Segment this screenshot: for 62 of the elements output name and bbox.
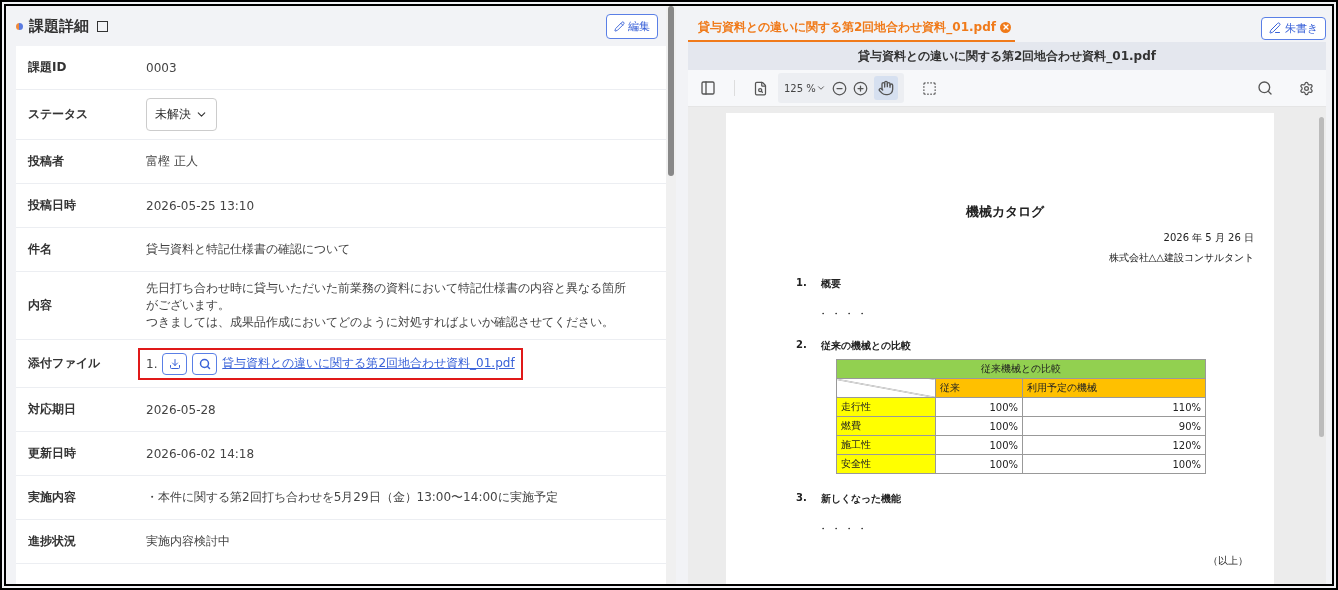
field-value: 2026-05-25 13:10 — [146, 198, 255, 213]
scrollbar[interactable] — [1319, 117, 1324, 437]
pen-icon — [1269, 22, 1281, 34]
settings-icon[interactable] — [1299, 80, 1314, 96]
section-number: 1. — [796, 277, 807, 290]
edit-button[interactable]: 編集 — [606, 13, 658, 39]
download-button[interactable] — [162, 352, 188, 375]
search-icon[interactable] — [1257, 80, 1273, 96]
close-icon[interactable] — [1000, 21, 1011, 33]
field-label: 内容 — [28, 297, 53, 314]
status-dot-icon — [16, 22, 23, 30]
collapse-icon[interactable] — [97, 20, 108, 32]
field-label: 件名 — [28, 241, 53, 258]
viewer-title: 貸与資料との違いに関する第2回地合わせ資料_01.pdf — [688, 42, 1326, 70]
field-value: 富樫 正人 — [146, 153, 198, 170]
field-value: 2026-06-02 14:18 — [146, 446, 255, 461]
field-value: 2026-05-28 — [146, 402, 216, 417]
document-title: 機械カタログ — [964, 203, 1046, 221]
zoom-out-icon[interactable] — [831, 80, 847, 96]
section-number: 2. — [796, 339, 807, 352]
table-caption: 従来機械との比較 — [836, 359, 1206, 379]
chevron-down-icon — [815, 83, 826, 93]
section-heading: 従来の機械との比較 — [820, 339, 911, 353]
field-value: 貸与資料と特記仕様書の確認について — [146, 241, 350, 258]
field-label: 添付ファイル — [28, 355, 101, 372]
hand-tool[interactable] — [873, 76, 898, 100]
zoom-select[interactable]: 125 % — [784, 82, 826, 94]
field-label: 対応期日 — [28, 401, 77, 418]
panel-title: 課題詳細 — [29, 16, 89, 36]
field-label: 投稿日時 — [28, 197, 77, 214]
closing-text: （以上） — [1207, 554, 1248, 568]
company-name: 株式会社△△建設コンサルタント — [1107, 251, 1254, 265]
search-icon — [198, 357, 211, 370]
section-heading: 新しくなった機能 — [820, 492, 901, 506]
field-label: 課題ID — [28, 59, 68, 76]
sidebar-toggle-icon[interactable] — [700, 80, 716, 96]
field-label: 更新日時 — [28, 445, 77, 462]
field-label: 進捗状況 — [28, 533, 77, 550]
zoom-in-icon[interactable] — [852, 80, 868, 96]
status-select[interactable]: 未解決 — [146, 98, 217, 131]
download-icon — [168, 357, 181, 370]
section-number: 3. — [796, 492, 807, 505]
list-number: 1. — [146, 356, 158, 371]
selection-tool-icon[interactable] — [921, 80, 937, 96]
field-label: 投稿者 — [28, 153, 65, 170]
field-label: 実施内容 — [28, 489, 77, 506]
document-date: 2026 年 5 月 26 日 — [1162, 231, 1254, 245]
section-body: ・・・・ — [818, 522, 871, 536]
file-icon[interactable] — [753, 80, 768, 96]
preview-button[interactable] — [192, 352, 218, 375]
section-body: ・・・・ — [818, 307, 871, 321]
field-value: 先日打ち合わせ時に貸与いただいた前業務の資料において特記仕様書の内容と異なる箇所がございます。 つきましては、成果品作成においてどのように対処すればよいか確認させてください。 — [146, 280, 627, 331]
field-value: 実施内容検討中 — [146, 533, 230, 550]
field-label: ステータス — [28, 106, 89, 123]
pencil-icon — [614, 20, 625, 32]
file-link[interactable]: 貸与資料との違いに関する第2回地合わせ資料_01.pdf — [222, 355, 515, 372]
section-heading: 概要 — [820, 277, 841, 291]
field-value: 0003 — [146, 60, 177, 75]
field-value: ・本件に関する第2回打ち合わせを5月29日（金）13:00〜14:00に実施予定 — [146, 489, 558, 506]
zoom-control[interactable]: 125 % — [778, 73, 904, 103]
annotate-button[interactable]: 朱書き — [1261, 16, 1326, 40]
scrollbar[interactable] — [666, 6, 676, 584]
